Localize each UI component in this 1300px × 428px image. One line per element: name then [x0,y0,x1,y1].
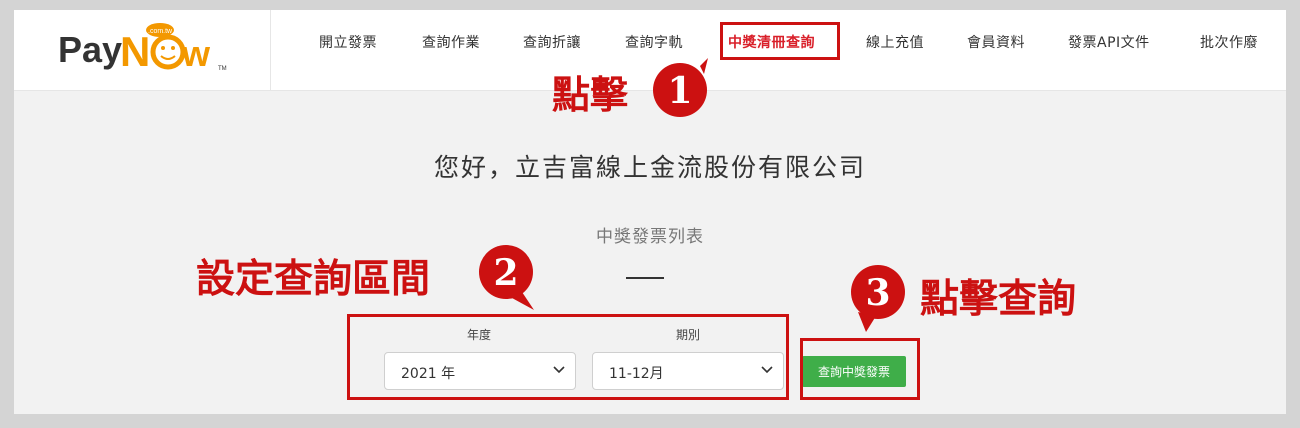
annotation-step2-text: 設定查詢區間 [196,257,431,302]
nav-item-query[interactable]: 查詢作業 [422,32,480,52]
highlight-box-date-range [347,314,789,400]
highlight-box-nav [720,22,840,60]
greeting-title: 您好，立吉富線上金流股份有限公司 [433,153,866,182]
step2-badge-icon: 2 [479,245,534,310]
nav-item-issue-invoice[interactable]: 開立發票 [319,32,377,52]
annotation-step1-text: 點擊 [552,73,629,117]
step1-number: 1 [667,70,692,112]
step3-number: 3 [865,272,890,314]
section-subtitle: 中獎發票列表 [596,227,704,247]
title-divider [626,277,664,279]
step2-number: 2 [493,252,518,294]
nav-item-api-docs[interactable]: 發票API文件 [1068,32,1150,52]
nav-item-query-track[interactable]: 查詢字軌 [625,32,683,52]
nav-item-query-allowance[interactable]: 查詢折讓 [523,32,581,52]
highlight-box-query-button [800,338,920,400]
nav-item-batch-void[interactable]: 批次作廢 [1200,32,1258,52]
nav-item-member[interactable]: 會員資料 [967,32,1025,52]
annotation-step3-text: 點擊查詢 [920,277,1077,322]
nav-item-topup[interactable]: 線上充值 [866,32,924,52]
step3-badge-icon: 3 [851,265,905,332]
step1-badge-icon: 1 [653,58,708,117]
